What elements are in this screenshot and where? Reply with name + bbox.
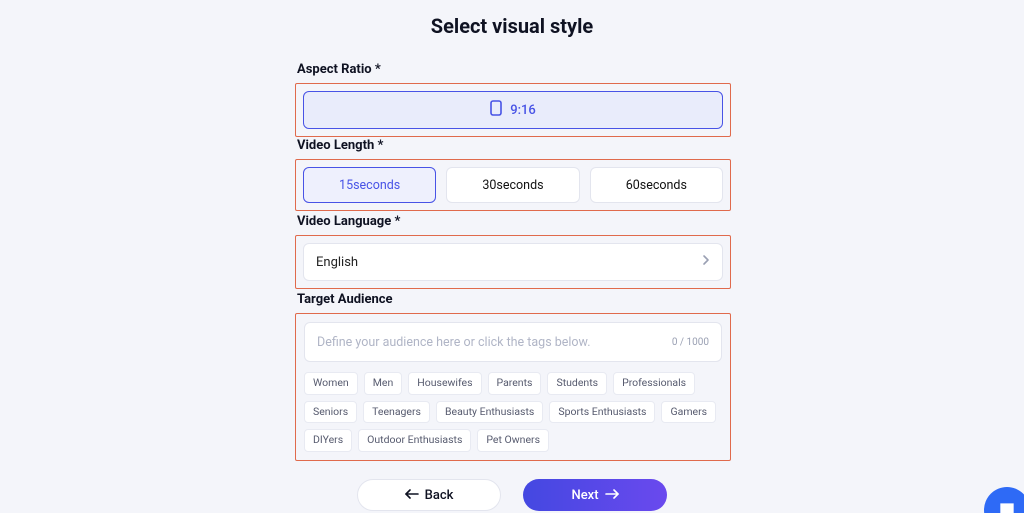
video-length-label: Video Length * bbox=[297, 138, 731, 153]
page-title: Select visual style bbox=[0, 14, 1024, 38]
audience-tag[interactable]: Teenagers bbox=[363, 401, 430, 424]
audience-tag[interactable]: Outdoor Enthusiasts bbox=[358, 429, 471, 452]
audience-tag[interactable]: Housewifes bbox=[408, 372, 481, 395]
back-button-label: Back bbox=[425, 488, 454, 503]
video-language-section: Video Language * English bbox=[295, 214, 731, 289]
target-audience-group: Define your audience here or click the t… bbox=[295, 313, 731, 461]
portrait-icon bbox=[490, 100, 502, 120]
aspect-ratio-label: Aspect Ratio * bbox=[297, 62, 731, 77]
video-language-label: Video Language * bbox=[297, 214, 731, 229]
target-audience-char-count: 0 / 1000 bbox=[672, 337, 709, 348]
next-button[interactable]: Next bbox=[523, 479, 667, 511]
video-length-section: Video Length * 15seconds 30seconds 60secon… bbox=[295, 138, 731, 211]
audience-tag[interactable]: Parents bbox=[488, 372, 542, 395]
aspect-ratio-9-16-button[interactable]: 9:16 bbox=[303, 91, 723, 129]
video-language-value: English bbox=[316, 255, 358, 270]
audience-tag[interactable]: Pet Owners bbox=[477, 429, 549, 452]
audience-tag[interactable]: Men bbox=[364, 372, 403, 395]
audience-tag[interactable]: Professionals bbox=[613, 372, 695, 395]
chevron-right-icon bbox=[702, 254, 710, 270]
arrow-left-icon bbox=[405, 488, 419, 503]
arrow-right-icon bbox=[605, 488, 619, 503]
video-length-option[interactable]: 30seconds bbox=[446, 167, 579, 203]
audience-tag[interactable]: DIYers bbox=[304, 429, 352, 452]
aspect-ratio-value: 9:16 bbox=[510, 103, 536, 118]
target-audience-placeholder: Define your audience here or click the t… bbox=[317, 335, 664, 350]
audience-tag[interactable]: Students bbox=[547, 372, 607, 395]
aspect-ratio-section: Aspect Ratio * 9:16 bbox=[295, 62, 731, 137]
aspect-ratio-group: 9:16 bbox=[295, 83, 731, 137]
audience-tag[interactable]: Women bbox=[304, 372, 358, 395]
next-button-label: Next bbox=[571, 488, 598, 503]
video-language-select[interactable]: English bbox=[303, 243, 723, 281]
audience-tag[interactable]: Beauty Enthusiasts bbox=[436, 401, 543, 424]
target-audience-tags: Women MenHousewifes ParentsStudents Profess… bbox=[304, 372, 722, 452]
video-length-option[interactable]: 15seconds bbox=[303, 167, 436, 203]
footer-actions: Back Next bbox=[0, 479, 1024, 511]
video-length-option[interactable]: 60seconds bbox=[590, 167, 723, 203]
video-length-group: 15seconds 30seconds 60seconds bbox=[295, 159, 731, 211]
audience-tag[interactable]: Sports Enthusiasts bbox=[549, 401, 655, 424]
audience-tag[interactable]: Seniors bbox=[304, 401, 357, 424]
back-button[interactable]: Back bbox=[357, 479, 501, 511]
audience-tag[interactable]: Gamers bbox=[661, 401, 716, 424]
video-language-group: English bbox=[295, 235, 731, 289]
target-audience-input[interactable]: Define your audience here or click the t… bbox=[304, 322, 722, 362]
target-audience-label: Target Audience bbox=[297, 292, 731, 307]
target-audience-section: Target Audience Define your audience her… bbox=[295, 292, 731, 461]
